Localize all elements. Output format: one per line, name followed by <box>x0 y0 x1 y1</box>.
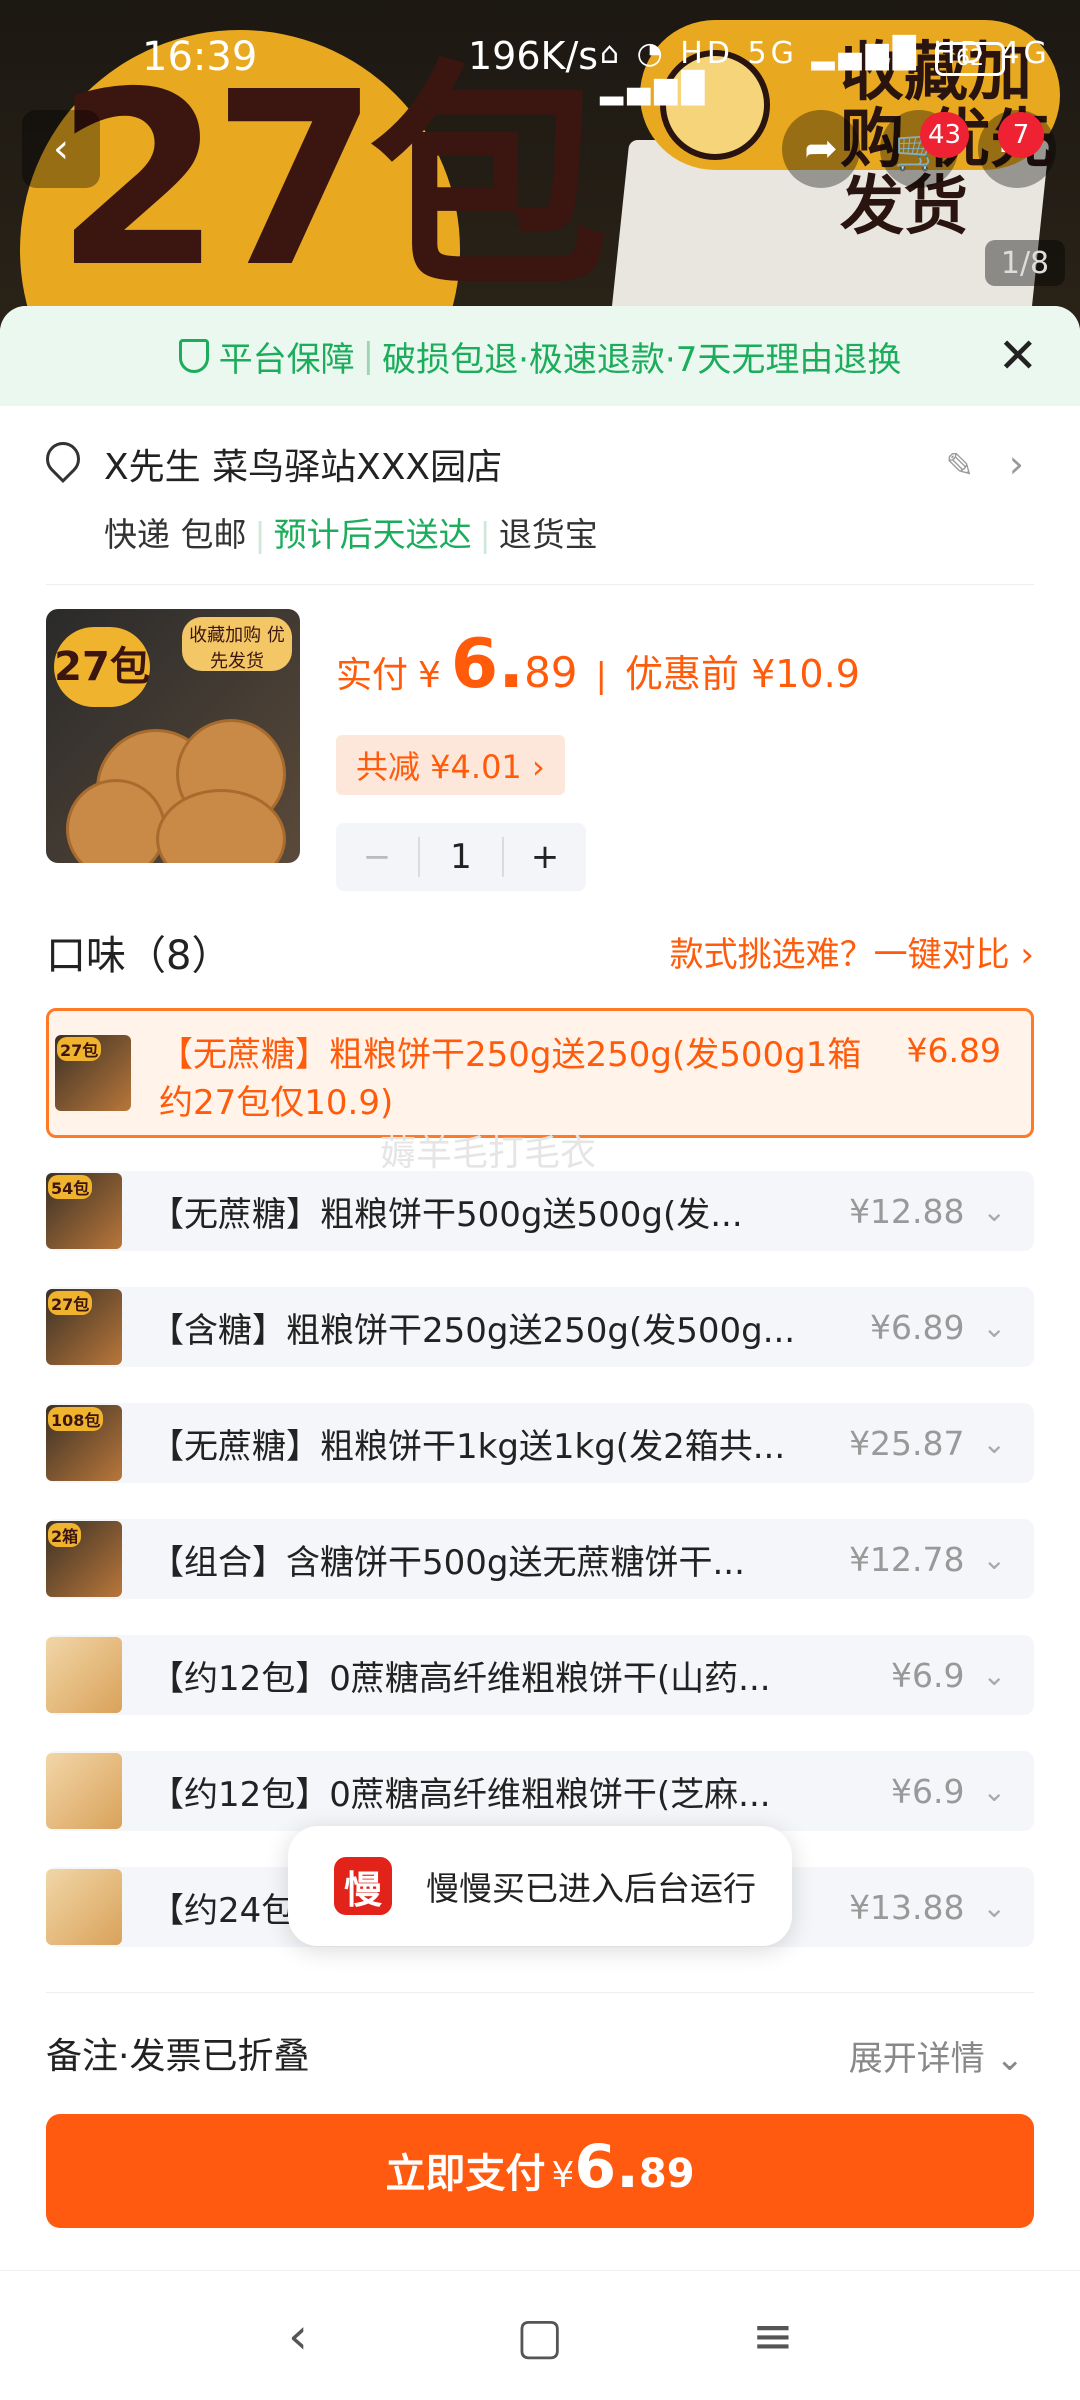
option-thumb: 27包 <box>55 1035 131 1111</box>
shield-icon <box>178 339 209 373</box>
price-dec: 89 <box>524 648 578 697</box>
option-price: ¥6.9 <box>891 1655 965 1695</box>
note-label: 备注·发票已折叠 <box>46 2036 310 2077</box>
address-name: X先生 菜鸟驿站XXX园店 <box>104 447 503 488</box>
option-price: ¥12.88 <box>849 1191 965 1231</box>
quantity-stepper: − 1 + <box>336 823 586 891</box>
flavor-option-7[interactable]: 【约12包】0蔗糖高纤维粗粮饼干(芝麻... ¥6.9 ⌄ <box>46 1751 1034 1831</box>
qty-value[interactable]: 1 <box>418 837 504 877</box>
nav-back-icon[interactable]: ‹ <box>288 2307 308 2365</box>
thumb-banner: 收藏加购 优先发货 <box>182 617 292 672</box>
flavor-header: 口味（8） 款式挑选难？一键对比 › <box>46 905 1034 995</box>
price-divider: | <box>595 656 607 696</box>
chevron-down-icon[interactable]: ⌄ <box>983 1427 1006 1460</box>
option-thumb <box>46 1753 122 1829</box>
share-icon[interactable]: ➦ <box>782 110 860 188</box>
currency: ¥ <box>418 655 441 696</box>
original-price: 优惠前 ¥10.9 <box>625 652 860 696</box>
chevron-down-icon[interactable]: ⌄ <box>983 1775 1006 1808</box>
status-bar: 16:39 196K/s ⌂ ◔ HD 5G ▂▄▆█ HD 4G ▂▄▆█ 6… <box>0 0 1080 120</box>
paid-label: 实付 <box>336 655 409 696</box>
option-thumb: 54包 <box>46 1173 122 1249</box>
option-thumb <box>46 1637 122 1713</box>
guarantee-terms: 破损包退·极速退款·7天无理由退换 <box>382 339 902 380</box>
return-service: 退货宝 <box>498 515 598 554</box>
option-thumb: 2箱 <box>46 1521 122 1597</box>
delivery-estimate: 预计后天送达 <box>273 515 472 554</box>
thumb-tag: 27包 <box>54 627 150 707</box>
pay-amount-dec: 89 <box>638 2151 695 2197</box>
note-section[interactable]: 备注·发票已折叠 展开详情 ⌄ <box>46 1992 1034 2079</box>
option-price: ¥6.89 <box>870 1307 965 1347</box>
compare-link[interactable]: 款式挑选难？一键对比 › <box>670 927 1034 976</box>
pay-currency: ¥ <box>551 2155 575 2196</box>
option-text: 【约12包】0蔗糖高纤维粗粮饼干(芝麻... <box>150 1774 771 1815</box>
option-thumb: 108包 <box>46 1405 122 1481</box>
guarantee-platform: 平台保障 <box>218 339 355 380</box>
price-int: 6. <box>450 625 525 704</box>
cart-count-badge: 43 <box>920 112 970 158</box>
product-thumbnail: 27包 收藏加购 优先发货 <box>46 609 300 863</box>
location-pin-icon <box>38 434 88 484</box>
savings-badge[interactable]: 共减 ¥4.01 › <box>336 735 565 795</box>
chevron-down-icon[interactable]: ⌄ <box>983 1311 1006 1344</box>
option-text: 【无蔗糖】粗粮饼干250g送250g(发500g1箱约27包仅10.9) <box>159 1035 862 1123</box>
option-text: 【组合】含糖饼干500g送无蔗糖饼干... <box>150 1542 745 1583</box>
flavor-option-4[interactable]: 108包 【无蔗糖】粗粮饼干1kg送1kg(发2箱共... ¥25.87 ⌄ <box>46 1403 1034 1483</box>
status-time: 16:39 <box>142 34 258 80</box>
option-text: 【约12包】0蔗糖高纤维粗粮饼干(山药... <box>150 1658 771 1699</box>
option-thumb <box>46 1869 122 1945</box>
option-price: ¥25.87 <box>849 1423 965 1463</box>
option-text: 【无蔗糖】粗粮饼干500g送500g(发... <box>150 1194 743 1235</box>
chevron-down-icon[interactable]: ⌄ <box>983 1891 1006 1924</box>
status-icons: ⌂ ◔ HD 5G ▂▄▆█ HD 4G ▂▄▆█ <box>600 36 1051 106</box>
option-text: 【含糖】粗粮饼干250g送250g(发500g... <box>150 1310 796 1351</box>
expand-details-link[interactable]: 展开详情 ⌄ <box>849 2031 1024 2080</box>
option-price: ¥12.78 <box>849 1539 965 1579</box>
qty-plus-button[interactable]: + <box>504 837 586 877</box>
flavor-option-5[interactable]: 2箱 【组合】含糖饼干500g送无蔗糖饼干... ¥12.78 ⌄ <box>46 1519 1034 1599</box>
status-net-speed: 196K/s <box>468 34 599 78</box>
system-nav-bar: ‹ ▢ ≡ <box>0 2270 1080 2400</box>
option-text: 【无蔗糖】粗粮饼干1kg送1kg(发2箱共... <box>150 1426 786 1467</box>
flavor-option-1[interactable]: 27包 【无蔗糖】粗粮饼干250g送250g(发500g1箱约27包仅10.9)… <box>46 1008 1034 1138</box>
toast-message: 慢慢买已进入后台运行 <box>426 1869 756 1908</box>
watermark: 薅羊毛打毛衣 <box>380 1133 597 1174</box>
guarantee-separator: | <box>362 336 375 376</box>
close-icon[interactable]: ✕ <box>998 332 1038 380</box>
option-thumb: 27包 <box>46 1289 122 1365</box>
chevron-right-icon[interactable]: › <box>1009 442 1024 486</box>
nav-menu-icon[interactable]: ≡ <box>752 2307 794 2365</box>
more-count-badge: 7 <box>998 112 1044 158</box>
chevron-down-icon[interactable]: ⌄ <box>983 1195 1006 1228</box>
flavor-option-6[interactable]: 【约12包】0蔗糖高纤维粗粮饼干(山药... ¥6.9 ⌄ <box>46 1635 1034 1715</box>
pay-now-button[interactable]: 立即支付 ¥ 6. 89 <box>46 2114 1034 2228</box>
edit-icon[interactable]: ✎ <box>946 446 975 486</box>
option-price: ¥6.9 <box>891 1771 965 1811</box>
shipping-method: 快递 包邮 <box>104 515 247 554</box>
guarantee-bar: 平台保障 | 破损包退·极速退款·7天无理由退换 ✕ <box>0 306 1080 406</box>
qty-minus-button[interactable]: − <box>336 837 418 877</box>
back-icon[interactable]: ‹ <box>22 110 100 188</box>
option-price: ¥13.88 <box>849 1887 965 1927</box>
image-page-indicator: 1/8 <box>985 240 1065 286</box>
pay-amount-int: 6. <box>574 2132 639 2202</box>
chevron-down-icon[interactable]: ⌄ <box>983 1659 1006 1692</box>
nav-home-icon[interactable]: ▢ <box>516 2307 563 2365</box>
background-toast: 慢 慢慢买已进入后台运行 <box>288 1826 792 1946</box>
price-row: 实付 ¥ 6. 89 | 优惠前 ¥10.9 <box>336 625 860 704</box>
battery-icon: 62 <box>935 42 1005 76</box>
address-section[interactable]: X先生 菜鸟驿站XXX园店 快递 包邮 | 预计后天送达 | 退货宝 ✎ › <box>38 406 1034 585</box>
pay-label: 立即支付 <box>385 2151 546 2197</box>
flavor-option-3[interactable]: 27包 【含糖】粗粮饼干250g送250g(发500g... ¥6.89 ⌄ <box>46 1287 1034 1367</box>
app-logo-icon: 慢 <box>334 1857 392 1915</box>
flavor-title: 口味（8） <box>46 933 232 979</box>
option-price: ¥6.89 <box>906 1031 1001 1070</box>
chevron-down-icon[interactable]: ⌄ <box>983 1543 1006 1576</box>
product-summary: 27包 收藏加购 优先发货 实付 ¥ 6. 89 | 优惠前 ¥10.9 共减 … <box>46 585 1034 891</box>
flavor-option-2[interactable]: 54包 【无蔗糖】粗粮饼干500g送500g(发... ¥12.88 ⌄ <box>46 1171 1034 1251</box>
delivery-info: 快递 包邮 | 预计后天送达 | 退货宝 <box>104 515 598 554</box>
